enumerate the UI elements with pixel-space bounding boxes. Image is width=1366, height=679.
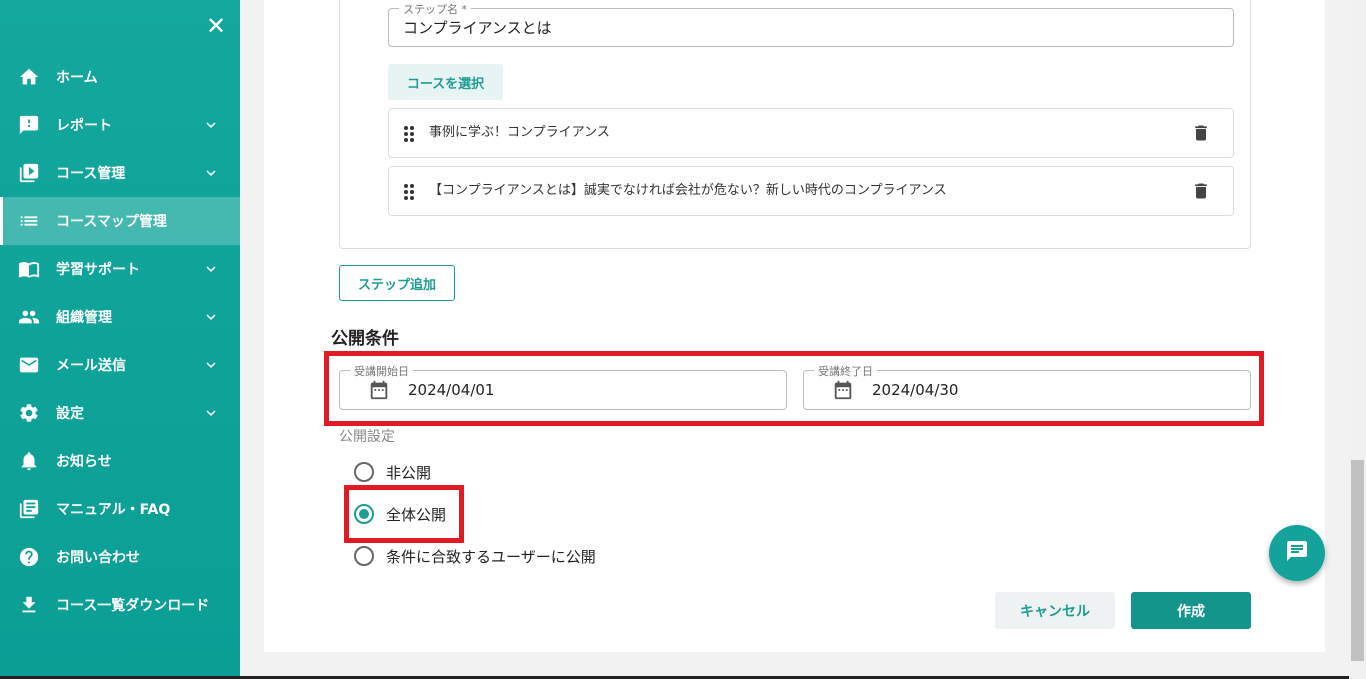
sidebar-item-label: 設定	[56, 406, 84, 422]
drag-handle-icon[interactable]	[403, 183, 415, 201]
create-button[interactable]: 作成	[1131, 592, 1251, 629]
help-icon	[18, 546, 40, 568]
sidebar-item-label: 学習サポート	[56, 262, 140, 278]
sidebar-item-course-management[interactable]: コース管理	[0, 149, 240, 197]
sidebar-item-course-download[interactable]: コース一覧ダウンロード	[0, 581, 240, 629]
sidebar-item-label: コースマップ管理	[56, 214, 167, 230]
course-title: 【コンプライアンスとは】誠実でなければ会社が危ない？新しい時代のコンプライアンス	[429, 183, 947, 198]
sidebar-item-organization[interactable]: 組織管理	[0, 293, 240, 341]
radio-label: 条件に合致するユーザーに公開	[386, 547, 596, 566]
scrollbar-thumb[interactable]	[1351, 460, 1364, 661]
sidebar-item-label: 組織管理	[56, 310, 112, 326]
sidebar-item-label: レポート	[56, 118, 112, 134]
course-title: 事例に学ぶ！コンプライアンス	[429, 125, 610, 140]
sidebar-item-coursemap-management[interactable]: コースマップ管理	[0, 197, 240, 245]
sidebar-item-home[interactable]: ホーム	[0, 53, 240, 101]
chevron-down-icon	[202, 404, 220, 422]
step-name-input[interactable]	[389, 9, 1233, 46]
radio-button[interactable]	[354, 546, 374, 566]
sidebar-item-label: コース管理	[56, 166, 126, 182]
document-icon	[18, 498, 40, 520]
report-icon	[18, 114, 40, 136]
radio-button-selected[interactable]	[354, 504, 374, 524]
cancel-button[interactable]: キャンセル	[995, 592, 1115, 629]
sidebar-item-settings[interactable]: 設定	[0, 389, 240, 437]
step-name-field[interactable]: ステップ名 *	[388, 1, 1234, 47]
book-icon	[18, 258, 40, 280]
list-item: 事例に学ぶ！コンプライアンス	[388, 108, 1234, 158]
chevron-down-icon	[202, 356, 220, 374]
sidebar-item-label: メール送信	[56, 358, 126, 374]
sidebar-item-notice[interactable]: お知らせ	[0, 437, 240, 485]
radio-private[interactable]: 非公開	[354, 460, 431, 484]
start-date-input[interactable]	[340, 371, 786, 409]
chevron-down-icon	[202, 116, 220, 134]
radio-label: 非公開	[386, 463, 432, 482]
sidebar-item-label: お問い合わせ	[56, 550, 140, 566]
chevron-down-icon	[202, 260, 220, 278]
mail-icon	[18, 354, 40, 376]
video-library-icon	[18, 162, 40, 184]
drag-handle-icon[interactable]	[403, 125, 415, 143]
sidebar-item-label: お知らせ	[56, 454, 112, 470]
list-icon	[18, 210, 40, 232]
sidebar-item-manual[interactable]: マニュアル・FAQ	[0, 485, 240, 533]
close-icon[interactable]: ✕	[204, 14, 228, 38]
select-course-button[interactable]: コースを選択	[388, 64, 503, 100]
sidebar-item-contact[interactable]: お問い合わせ	[0, 533, 240, 581]
sidebar-item-learning-support[interactable]: 学習サポート	[0, 245, 240, 293]
people-icon	[18, 306, 40, 328]
gear-icon	[18, 402, 40, 424]
chevron-down-icon	[202, 164, 220, 182]
publish-section-title: 公開条件	[331, 329, 399, 349]
chevron-down-icon	[202, 308, 220, 326]
sidebar-item-label: マニュアル・FAQ	[56, 502, 171, 518]
end-date-input[interactable]	[804, 371, 1250, 409]
start-date-field[interactable]: 受講開始日	[339, 363, 787, 410]
radio-public-all[interactable]: 全体公開	[354, 502, 446, 526]
chat-button[interactable]	[1269, 525, 1325, 581]
download-icon	[18, 594, 40, 616]
trash-icon[interactable]	[1191, 181, 1211, 201]
radio-label: 全体公開	[386, 505, 447, 524]
chat-icon	[1285, 539, 1309, 567]
home-icon	[18, 66, 40, 88]
sidebar-item-mail[interactable]: メール送信	[0, 341, 240, 389]
list-item: 【コンプライアンスとは】誠実でなければ会社が危ない？新しい時代のコンプライアンス	[388, 166, 1234, 216]
sidebar-item-label: ホーム	[56, 70, 98, 86]
sidebar: ✕ ホーム レポート コース管理 コースマップ管理 学習サポート 組織管理 メー…	[0, 0, 240, 679]
scrollbar[interactable]	[1349, 0, 1366, 679]
end-date-field[interactable]: 受講終了日	[803, 363, 1251, 410]
bell-icon	[18, 450, 40, 472]
add-step-button[interactable]: ステップ追加	[339, 265, 455, 301]
sidebar-item-label: コース一覧ダウンロード	[56, 598, 210, 614]
visibility-label: 公開設定	[339, 429, 395, 445]
radio-public-conditional[interactable]: 条件に合致するユーザーに公開	[354, 544, 596, 568]
sidebar-item-report[interactable]: レポート	[0, 101, 240, 149]
trash-icon[interactable]	[1191, 123, 1211, 143]
radio-button[interactable]	[354, 462, 374, 482]
